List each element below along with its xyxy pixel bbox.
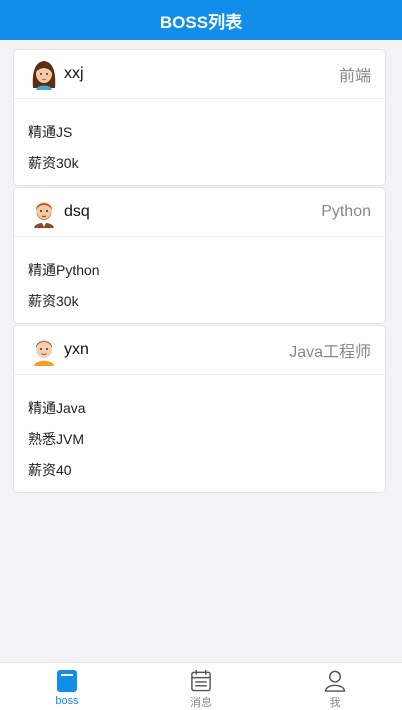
bottom-tab-bar: boss 消息 我 (0, 662, 402, 710)
boss-card[interactable]: xxj 前端 精通JS 薪资30k (13, 49, 386, 186)
boss-card[interactable]: dsq Python 精通Python 薪资30k (13, 187, 386, 324)
boss-desc-line: 精通Java (28, 400, 86, 416)
message-tab-icon (191, 669, 211, 692)
tab-label: boss (55, 695, 79, 707)
tab-boss[interactable]: boss (0, 663, 134, 710)
boss-name: xxj (64, 65, 84, 82)
boss-job-title: Python (321, 203, 371, 220)
boss-card-header: xxj 前端 (14, 50, 385, 99)
boss-card[interactable]: yxn Java工程师 精通Java 熟悉JVM 薪资40 (13, 325, 386, 493)
tab-label: 消息 (190, 697, 212, 709)
boss-desc-line: 薪资40 (28, 462, 72, 478)
boss-tab-icon (57, 670, 77, 692)
tab-message[interactable]: 消息 (134, 663, 268, 710)
profile-tab-icon (324, 670, 346, 692)
boss-name: dsq (64, 203, 90, 220)
boss-desc-line: 薪资30k (28, 293, 79, 309)
boss-card-body: 精通JS 薪资30k (14, 99, 385, 185)
boss-list: xxj 前端 精通JS 薪资30k dsq Python 精通Python 薪资… (13, 49, 386, 494)
boss-desc-line: 熟悉JVM (28, 431, 84, 447)
boss-card-header: dsq Python (14, 188, 385, 237)
boss-card-header: yxn Java工程师 (14, 326, 385, 375)
boss-desc-line: 薪资30k (28, 155, 79, 171)
tab-label: 我 (329, 697, 341, 709)
boss-desc-line: 精通Python (28, 262, 100, 278)
young-man-avatar-icon (34, 340, 54, 366)
boss-card-body: 精通Java 熟悉JVM 薪资40 (14, 375, 385, 492)
boss-desc-line: 精通JS (28, 124, 73, 140)
boss-job-title: 前端 (338, 68, 371, 85)
boss-job-title: Java工程师 (289, 344, 371, 361)
page-header: BOSS列表 (0, 0, 402, 40)
female-avatar-icon (32, 61, 56, 90)
boss-card-body: 精通Python 薪资30k (14, 237, 385, 323)
page-title: BOSS列表 (159, 12, 243, 32)
tab-me[interactable]: 我 (268, 663, 402, 710)
bearded-man-avatar-icon (34, 202, 54, 228)
boss-name: yxn (64, 341, 89, 358)
